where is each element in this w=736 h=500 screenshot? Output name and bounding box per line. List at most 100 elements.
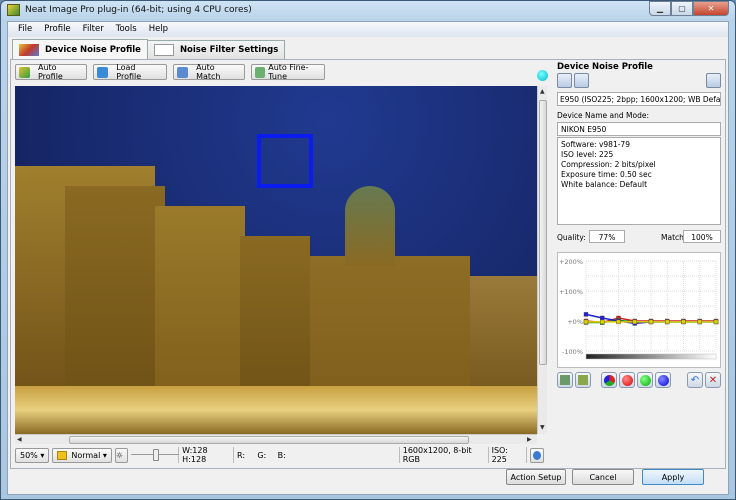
chart-mode-2-icon[interactable] (575, 372, 591, 388)
device-noise-profile-panel: Auto Profile Load Profile Auto Match Aut… (10, 59, 726, 469)
menu-tools[interactable]: Tools (110, 22, 143, 37)
auto-match-button[interactable]: Auto Match (173, 63, 245, 81)
red-channel-icon[interactable] (619, 372, 635, 388)
button-label: Load Profile (116, 63, 142, 81)
profile-select-value: E950 (ISO225; 2bpp; 1600x1200; WB Defaul… (560, 95, 721, 104)
green-channel-icon[interactable] (637, 372, 653, 388)
noise-sample-selection[interactable] (257, 134, 313, 188)
apply-button[interactable]: Apply (642, 469, 704, 485)
brightness-gradient (585, 353, 717, 360)
button-label: Auto Match (196, 63, 221, 81)
app-icon (7, 4, 20, 16)
y-tick-label: +200% (559, 258, 583, 266)
auto-fine-tune-button[interactable]: Auto Fine-Tune (251, 63, 325, 81)
all-channels-icon[interactable] (601, 372, 617, 388)
menu-profile[interactable]: Profile (38, 22, 76, 37)
iso-readout: ISO: 225 (491, 446, 508, 464)
info-line: Exposure time: 0.50 sec (561, 170, 652, 179)
close-button[interactable]: ✕ (693, 1, 729, 16)
data-point[interactable] (697, 319, 702, 325)
data-point[interactable] (583, 312, 589, 317)
fine-tune-icon (255, 66, 266, 78)
profile-panel-title: Device Noise Profile (557, 62, 653, 72)
view-mode-dropdown[interactable]: Normal ▾ (52, 447, 112, 463)
selection-size: W:128 H:128 (182, 446, 208, 464)
quality-label: Quality: (557, 233, 586, 242)
y-tick-label: +0% (567, 318, 583, 326)
minimize-button[interactable]: ▁ (649, 1, 671, 16)
image-viewer[interactable] (15, 86, 537, 434)
reset-icon[interactable]: ✕ (705, 372, 721, 388)
tab-noise-filter-settings[interactable]: Noise Filter Settings (146, 40, 286, 59)
menu-filter[interactable]: Filter (77, 22, 110, 37)
chart-mode-1-icon[interactable] (557, 372, 573, 388)
data-point[interactable] (600, 319, 605, 325)
open-profile-icon[interactable] (557, 73, 572, 88)
action-setup-button[interactable]: Action Setup (506, 469, 566, 485)
info-line: ISO level: 225 (561, 150, 614, 159)
brightness-icon[interactable]: ☼ (114, 447, 128, 463)
scroll-thumb[interactable] (539, 100, 547, 365)
undo-icon[interactable]: ↶ (687, 372, 703, 388)
street-lights (15, 386, 537, 434)
g-readout: G: (257, 450, 267, 460)
data-point[interactable] (681, 319, 686, 325)
tab-label: Device Noise Profile (45, 44, 141, 55)
auto-profile-button[interactable]: Auto Profile (15, 63, 87, 81)
vertical-scrollbar[interactable]: ▲ ▼ (537, 86, 547, 434)
cancel-button[interactable]: Cancel (572, 469, 634, 485)
building (345, 186, 395, 266)
status-bar: 50% ▾ Normal ▾ ☼ W:128 H:128 R: G: B: 16… (15, 446, 547, 464)
tab-label: Noise Filter Settings (179, 45, 279, 55)
info-line: Compression: 2 bits/pixel (561, 160, 656, 169)
profile-icon (19, 43, 39, 56)
data-point[interactable] (632, 319, 637, 325)
noise-chart[interactable]: +200% +100% +0% -100% (557, 252, 721, 368)
data-point[interactable] (713, 319, 719, 325)
mode-swatch-icon (57, 450, 68, 460)
menu-bar: File Profile Filter Tools Help (8, 22, 728, 37)
quality-value: 77% (589, 230, 625, 243)
save-profile-icon[interactable] (574, 73, 589, 88)
profile-select[interactable]: E950 (ISO225; 2bpp; 1600x1200; WB Defaul… (557, 92, 721, 106)
menu-help[interactable]: Help (143, 22, 174, 37)
device-name-field[interactable]: NIKON E950 (557, 122, 721, 136)
blue-channel-icon[interactable] (655, 372, 671, 388)
zoom-dropdown[interactable]: 50% ▾ (15, 447, 50, 463)
data-point[interactable] (600, 315, 605, 321)
mode-value: Normal (71, 450, 101, 460)
button-label: Auto Fine-Tune (268, 63, 309, 81)
title-bar: Neat Image Pro plug-in (64-bit; using 4 … (1, 1, 735, 21)
data-point[interactable] (583, 319, 589, 325)
sliders-icon (153, 44, 174, 56)
r-readout: R: (237, 450, 246, 460)
menu-file[interactable]: File (12, 22, 38, 37)
info-line: Software: v981-79 (561, 140, 630, 149)
profile-sidebar: Device Noise Profile E950 (ISO225; 2bpp;… (555, 62, 725, 462)
info-icon[interactable] (706, 73, 721, 88)
data-point[interactable] (616, 319, 621, 325)
auto-profile-icon (19, 66, 30, 78)
device-name-label: Device Name and Mode: (557, 111, 649, 120)
brightness-slider[interactable] (130, 449, 179, 461)
button-label: Auto Profile (37, 63, 63, 81)
horizontal-scrollbar[interactable]: ◀ ▶ (15, 434, 537, 444)
tab-device-noise-profile[interactable]: Device Noise Profile (12, 39, 148, 59)
maximize-button[interactable]: ▢ (671, 1, 693, 16)
profile-info-box[interactable]: Software: v981-79 ISO level: 225 Compres… (557, 137, 721, 225)
status-indicator-icon (537, 70, 548, 81)
scroll-thumb[interactable] (69, 436, 469, 444)
info-icon[interactable] (529, 447, 544, 463)
load-profile-button[interactable]: Load Profile (93, 63, 167, 81)
data-point[interactable] (665, 319, 670, 325)
folder-icon (97, 66, 109, 78)
data-point[interactable] (648, 319, 654, 325)
auto-match-icon (177, 66, 189, 78)
b-readout: B: (277, 450, 286, 460)
zoom-value: 50% (20, 450, 38, 460)
window-title: Neat Image Pro plug-in (64-bit; using 4 … (25, 5, 252, 15)
image-info: 1600x1200, 8-bit RGB (402, 446, 472, 464)
y-tick-label: +100% (559, 288, 583, 296)
y-tick-label: -100% (562, 348, 583, 356)
client-area: File Profile Filter Tools Help Device No… (7, 21, 729, 495)
